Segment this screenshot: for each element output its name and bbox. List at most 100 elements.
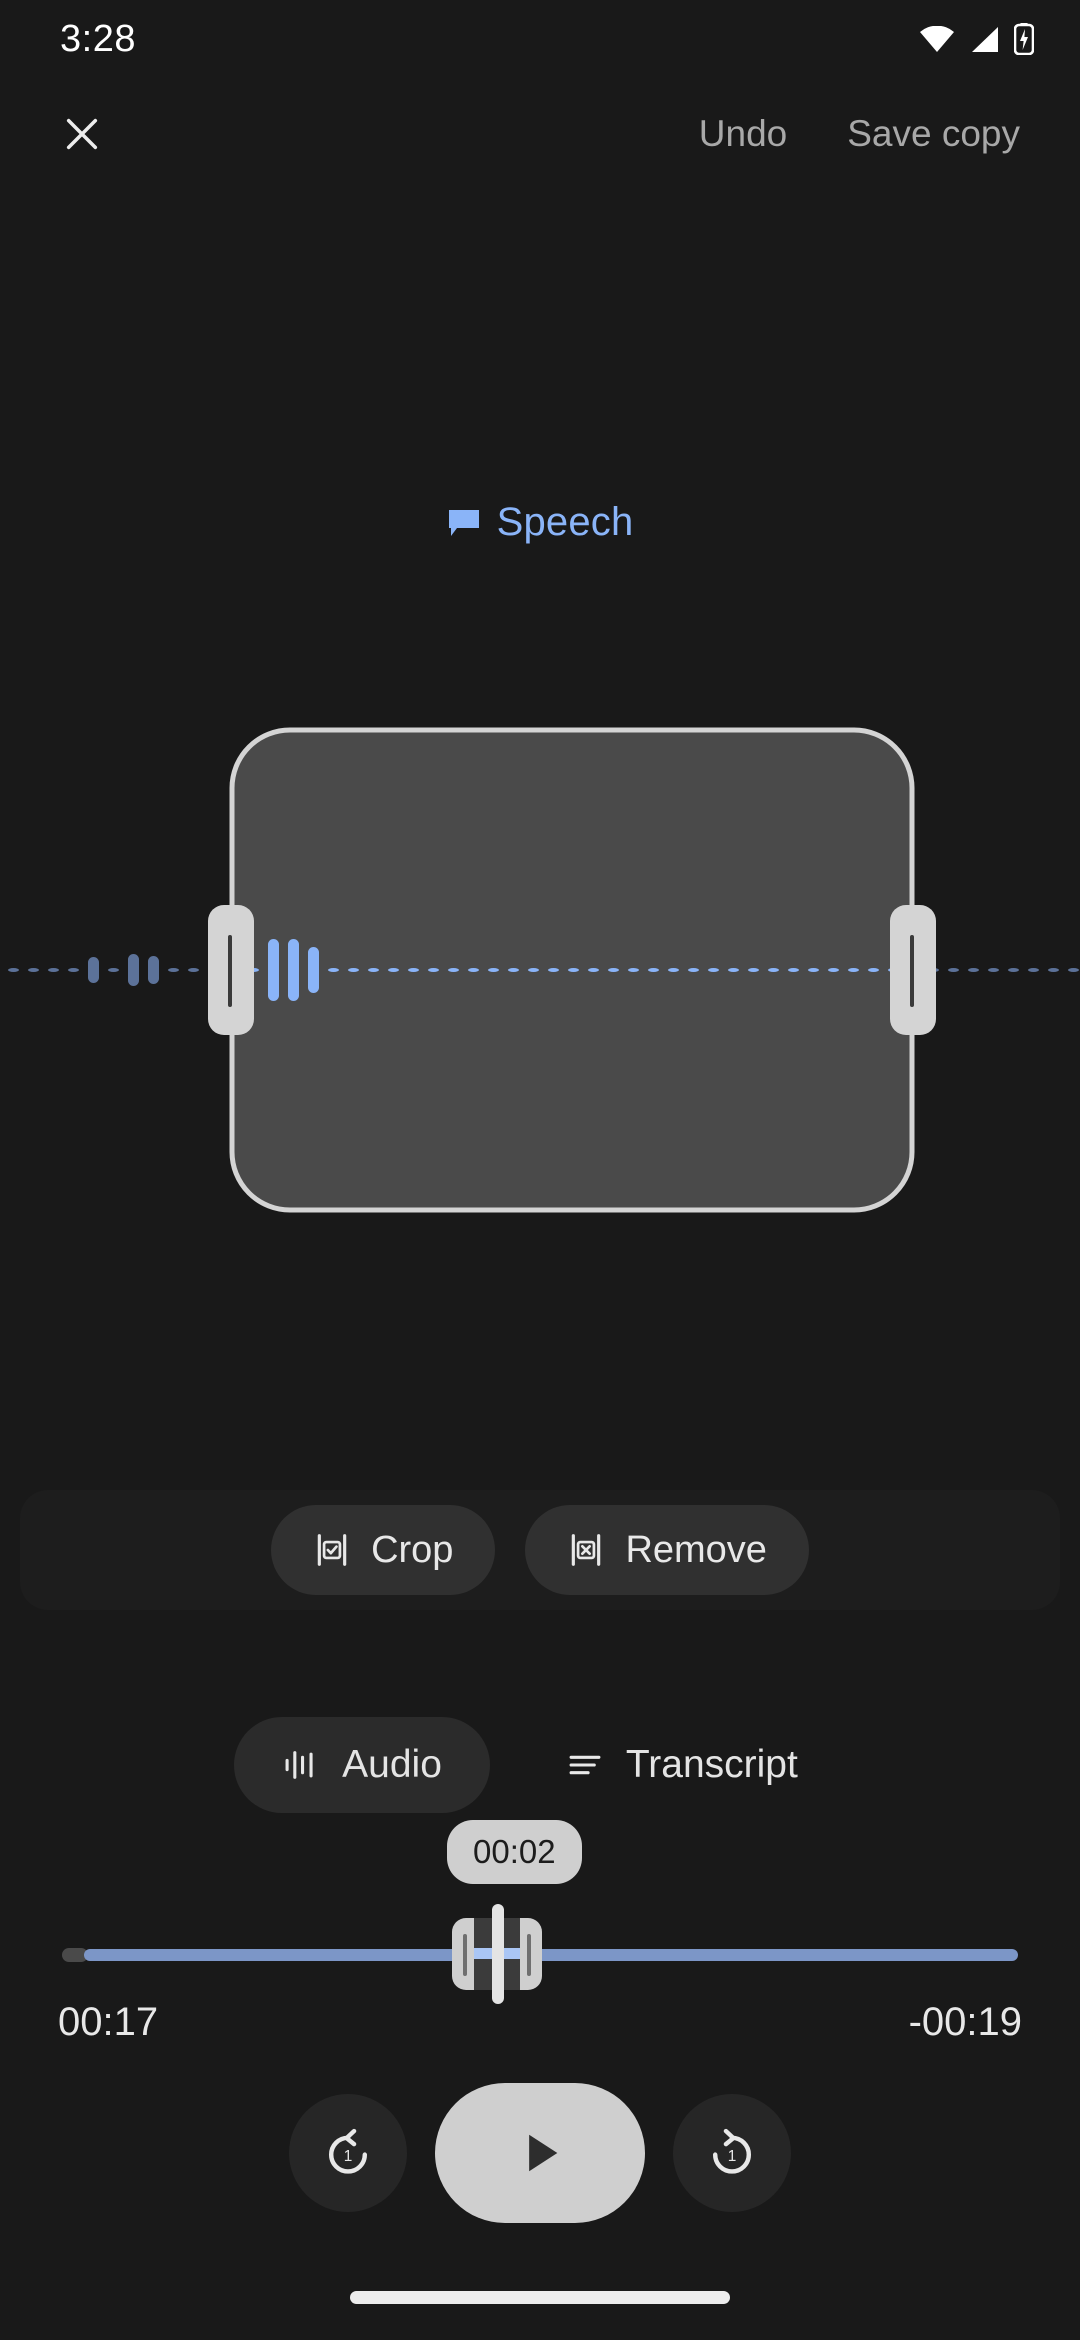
status-icon-group <box>920 23 1034 55</box>
waveform-bar <box>1008 968 1019 972</box>
waveform-bar <box>108 968 119 972</box>
waveform-bar <box>588 968 599 972</box>
waveform-bar <box>448 968 459 972</box>
status-bar: 3:28 <box>0 0 1080 78</box>
waveform-bar <box>68 968 79 972</box>
waveform-bar <box>528 968 539 972</box>
forward-10-button[interactable]: 1 <box>673 2093 791 2212</box>
waveform-bar <box>28 968 39 972</box>
waveform-bar <box>788 968 799 972</box>
wifi-icon <box>920 26 954 52</box>
status-time: 3:28 <box>60 17 136 60</box>
remove-button-label: Remove <box>625 1528 767 1571</box>
waveform-bar <box>428 968 439 972</box>
waveform-bar <box>948 968 959 972</box>
scrubber-thumb-grip-right <box>527 1934 531 1976</box>
waveform-bar <box>468 968 479 972</box>
forward-10-icon: 1 <box>712 2128 752 2174</box>
waveform-bar <box>328 968 339 972</box>
remaining-time: -00:19 <box>908 2000 1022 2044</box>
waveform-bar <box>708 968 719 972</box>
waveform-bar <box>728 968 739 972</box>
close-button[interactable] <box>42 94 122 174</box>
waveform-bar <box>628 968 639 972</box>
waveform-bar <box>508 968 519 972</box>
save-copy-button[interactable]: Save copy <box>829 103 1038 165</box>
waveform-bar <box>308 947 319 993</box>
transport-controls: 1 1 <box>0 2065 1080 2240</box>
gesture-nav-bar[interactable] <box>350 2291 730 2304</box>
elapsed-time: 00:17 <box>58 2000 159 2044</box>
waveform-bar <box>8 968 19 972</box>
waveform-bar <box>408 968 419 972</box>
battery-charging-icon <box>1014 23 1034 55</box>
waveform-bar <box>348 968 359 972</box>
edit-tools-bar: Crop Remove <box>20 1490 1060 1610</box>
scrubber-track-line <box>84 1949 1018 1961</box>
waveform-bar <box>648 968 659 972</box>
signal-icon <box>972 27 998 52</box>
play-button[interactable] <box>435 2082 645 2223</box>
waveform-bar <box>488 968 499 972</box>
waveform-bar <box>368 968 379 972</box>
speech-bubble-icon <box>448 509 479 536</box>
tab-audio[interactable]: Audio <box>234 1717 490 1813</box>
scrubber-tooltip: 00:02 <box>447 1820 582 1884</box>
crop-button[interactable]: Crop <box>271 1505 496 1595</box>
app-bar-actions: Undo Save copy <box>681 103 1038 165</box>
scrubber-thumb-grip-left <box>463 1934 467 1976</box>
replay-10-icon: 1 <box>328 2128 368 2174</box>
selection-handle-left[interactable] <box>208 905 254 1035</box>
undo-button[interactable]: Undo <box>681 103 805 165</box>
waveform-bar <box>828 968 839 972</box>
waveform-bar <box>608 968 619 972</box>
waveform-bar <box>48 968 59 972</box>
speech-label: Speech <box>496 500 634 544</box>
waveform-bar <box>848 968 859 972</box>
waveform-bar <box>268 939 279 1001</box>
waveform-bar <box>688 968 699 972</box>
waveform-bar <box>668 968 679 972</box>
waveform-bar <box>748 968 759 972</box>
waveform-bar <box>188 968 199 972</box>
waveform-bar <box>168 968 179 972</box>
waveform-bar <box>548 968 559 972</box>
tab-audio-label: Audio <box>342 1743 442 1786</box>
waveform-bar <box>568 968 579 972</box>
waveform-bar <box>388 968 399 972</box>
audio-waveform-icon <box>285 1751 313 1779</box>
recorder-edit-screen: 3:28 Undo Save copy Speech Crop Remove A… <box>0 0 1080 2340</box>
waveform-canvas[interactable] <box>0 690 1080 1250</box>
svg-text:1: 1 <box>344 2147 353 2164</box>
scrubber-playhead[interactable] <box>492 1904 504 2004</box>
transcript-lines-icon <box>569 1755 601 1775</box>
waveform-bar <box>288 939 299 1001</box>
app-bar: Undo Save copy <box>0 78 1080 190</box>
view-mode-tabs: Audio Transcript <box>0 1700 1080 1830</box>
waveform-bar <box>88 957 99 983</box>
waveform-bar <box>968 968 979 972</box>
waveform-bar <box>1068 968 1079 972</box>
waveform-bar <box>768 968 779 972</box>
play-icon <box>529 2134 558 2171</box>
remove-x-icon <box>572 1534 601 1566</box>
speech-section-header: Speech <box>0 500 1080 545</box>
svg-text:1: 1 <box>728 2147 737 2164</box>
playback-scrubber[interactable]: 00:02 00:17 -00:19 <box>0 1820 1080 2050</box>
waveform-bar <box>128 954 139 986</box>
waveform-bar <box>988 968 999 972</box>
waveform-bar <box>868 968 879 972</box>
waveform-bar <box>1028 968 1039 972</box>
crop-button-label: Crop <box>371 1528 454 1571</box>
waveform-bar <box>1048 968 1059 972</box>
crop-check-icon <box>317 1534 347 1566</box>
replay-10-button[interactable]: 1 <box>289 2093 407 2212</box>
tab-transcript-label: Transcript <box>625 1743 798 1786</box>
waveform-bar <box>148 956 159 984</box>
tab-transcript[interactable]: Transcript <box>518 1717 846 1813</box>
close-icon <box>66 118 98 150</box>
waveform-editor[interactable] <box>0 690 1080 1250</box>
waveform-bar <box>808 968 819 972</box>
selection-handle-right[interactable] <box>890 905 936 1035</box>
remove-button[interactable]: Remove <box>525 1505 809 1595</box>
